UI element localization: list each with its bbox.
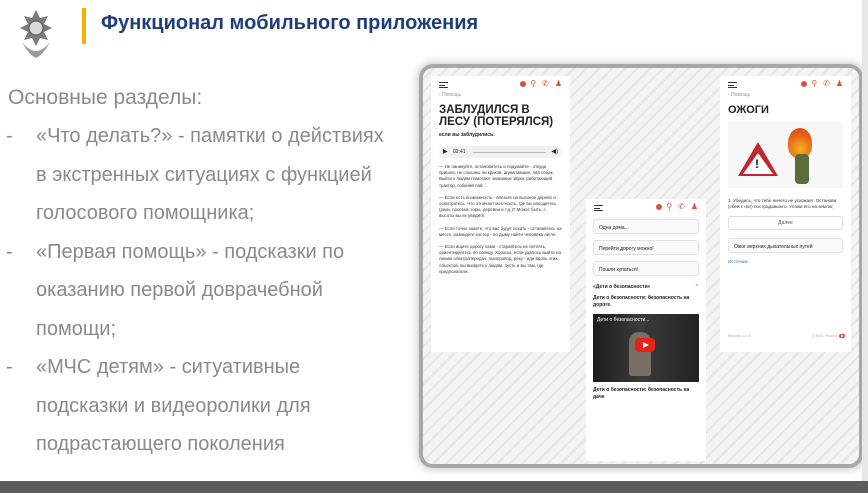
- app-badge: ■: [838, 334, 845, 338]
- topbar-icons: ⚲ ✆ ♟: [656, 202, 700, 211]
- menu-icon[interactable]: [594, 205, 603, 211]
- source-link[interactable]: Источник: [720, 253, 851, 264]
- bullet-marker: -: [6, 125, 13, 147]
- youtube-play-icon[interactable]: [635, 338, 655, 352]
- person-figure: [795, 154, 809, 184]
- search-icon[interactable]: ⚲: [811, 79, 819, 88]
- menu-icon[interactable]: [439, 82, 448, 88]
- video-overlay-title: Дети о безопасности...: [597, 317, 650, 323]
- exclamation-icon: !: [755, 157, 759, 171]
- sections-heading: Основные разделы:: [8, 86, 203, 109]
- app-topbar: ⚲ ✆ ♟: [720, 76, 851, 90]
- bullet-line: голосового помощника;: [36, 202, 255, 224]
- topbar-icons: ⚲ ✆ ♟: [520, 79, 564, 88]
- record-icon[interactable]: [520, 80, 527, 87]
- next-button[interactable]: Далее: [728, 216, 843, 231]
- page-title: ЗАБЛУДИЛСЯ В ЛЕСУ (ПОТЕРЯЛСЯ): [439, 104, 554, 128]
- bell-icon[interactable]: ♟: [836, 79, 845, 88]
- instruction-paragraph: — Если ищите дорогу сами - старайтесь не…: [439, 244, 561, 274]
- list-item: - «МЧС детям» - ситуативные подсказки и …: [6, 348, 416, 464]
- video-caption: Дети о безопасности: безопасность на дач…: [593, 387, 690, 400]
- player-progress-track[interactable]: [473, 151, 546, 153]
- burn-illustration: !: [728, 122, 843, 188]
- player-time: 02:41: [453, 149, 466, 155]
- list-item: - «Первая помощь» - подсказки по оказани…: [6, 233, 416, 349]
- page-subtitle: если вы заблудились:: [439, 132, 495, 138]
- record-icon[interactable]: [656, 203, 663, 210]
- mchs-emblem-icon: [20, 10, 52, 58]
- version-label: Версия 1.2.6: [728, 334, 751, 338]
- option-airway-burn[interactable]: Ожог верхних дыхательных путей: [728, 238, 843, 254]
- burning-person-icon: [786, 128, 816, 184]
- bullet-marker: -: [6, 356, 13, 378]
- app-topbar: ⚲ ✆ ♟: [586, 199, 706, 213]
- list-item-home-alone[interactable]: Одна дома...: [593, 219, 699, 234]
- slide-bottom-band: [0, 481, 868, 493]
- slide-right-edge: [862, 0, 868, 481]
- play-icon[interactable]: ▶: [443, 148, 448, 155]
- bullet-line: подрастающего поколения: [36, 433, 285, 455]
- bell-icon[interactable]: ♟: [691, 202, 700, 211]
- topbar-icons: ⚲ ✆ ♟: [801, 79, 845, 88]
- chevron-up-icon[interactable]: ⌃: [695, 284, 699, 290]
- title-accent-bar: [82, 8, 86, 44]
- bullet-line: оказанию первой доврачебной: [36, 279, 323, 301]
- search-icon[interactable]: ⚲: [666, 202, 674, 211]
- menu-icon[interactable]: [728, 82, 737, 88]
- record-icon[interactable]: [801, 80, 808, 87]
- bullet-line: «Что делать?» - памятки о действиях: [36, 125, 384, 147]
- video-caption: Дети о безопасности: безопасность на дор…: [593, 295, 690, 308]
- phone-screen-lost-in-forest: ⚲ ✆ ♟ ‹ Помощь ЗАБЛУДИЛСЯ В ЛЕСУ (ПОТЕРЯ…: [431, 76, 570, 352]
- phone-icon[interactable]: ✆: [678, 202, 687, 211]
- bullet-line: «Первая помощь» - подсказки по: [36, 240, 345, 263]
- volume-icon[interactable]: ◀): [551, 148, 558, 155]
- app-footer: Версия 1.2.6 © МЧС России ■: [728, 334, 845, 338]
- bullet-line: помощи;: [36, 317, 117, 340]
- accordion-title: «Дети о безопасности»: [593, 284, 651, 290]
- bullet-line: в экстренных ситуациях с функцией: [36, 163, 372, 186]
- sections-list: - «Что делать?» - памятки о действиях в …: [6, 117, 416, 464]
- audio-player[interactable]: ▶ 02:41 ◀): [439, 146, 562, 158]
- video-player[interactable]: Дети о безопасности...: [593, 314, 699, 382]
- list-item: - «Что делать?» - памятки о действиях в …: [6, 117, 416, 233]
- slide-title: Функционал мобильного приложения: [101, 12, 479, 34]
- bullet-line: «МЧС детям» - ситуативные: [36, 356, 301, 378]
- phone-icon[interactable]: ✆: [823, 79, 832, 88]
- instruction-paragraph: — Не паникуйте, остановитесь и подумайте…: [439, 164, 554, 188]
- list-item-cross-road[interactable]: Перейти дорогу можно!: [593, 240, 699, 255]
- instruction-paragraph: — Если точно знаете, что вас будут искат…: [439, 225, 562, 237]
- copyright-label: © МЧС России ■: [812, 334, 845, 338]
- phone-icon[interactable]: ✆: [542, 79, 551, 88]
- copyright-text: © МЧС России: [811, 334, 838, 338]
- phone-screen-burns: ⚲ ✆ ♟ ‹ Помощь ОЖОГИ ! 1. Убедись, что т…: [720, 76, 851, 352]
- step-text: 1. Убедись, что тебе ничего не угрожает.…: [728, 198, 837, 210]
- list-item-swimming[interactable]: Пошли купаться!: [593, 261, 699, 276]
- bullet-line: подсказки и видеоролики для: [36, 394, 311, 417]
- app-screenshots-gallery: ⚲ ✆ ♟ ‹ Помощь ЗАБЛУДИЛСЯ В ЛЕСУ (ПОТЕРЯ…: [423, 68, 859, 464]
- instruction-paragraph: — Если есть возможность - влезьте на выс…: [439, 194, 557, 219]
- bullet-marker: -: [6, 240, 13, 263]
- app-topbar: ⚲ ✆ ♟: [431, 76, 570, 90]
- phone-screen-kids-safety: ⚲ ✆ ♟ Одна дома... Перейти дорогу можно!…: [586, 199, 706, 461]
- bell-icon[interactable]: ♟: [555, 79, 564, 88]
- page-title: ОЖОГИ: [728, 104, 769, 116]
- search-icon[interactable]: ⚲: [530, 79, 538, 88]
